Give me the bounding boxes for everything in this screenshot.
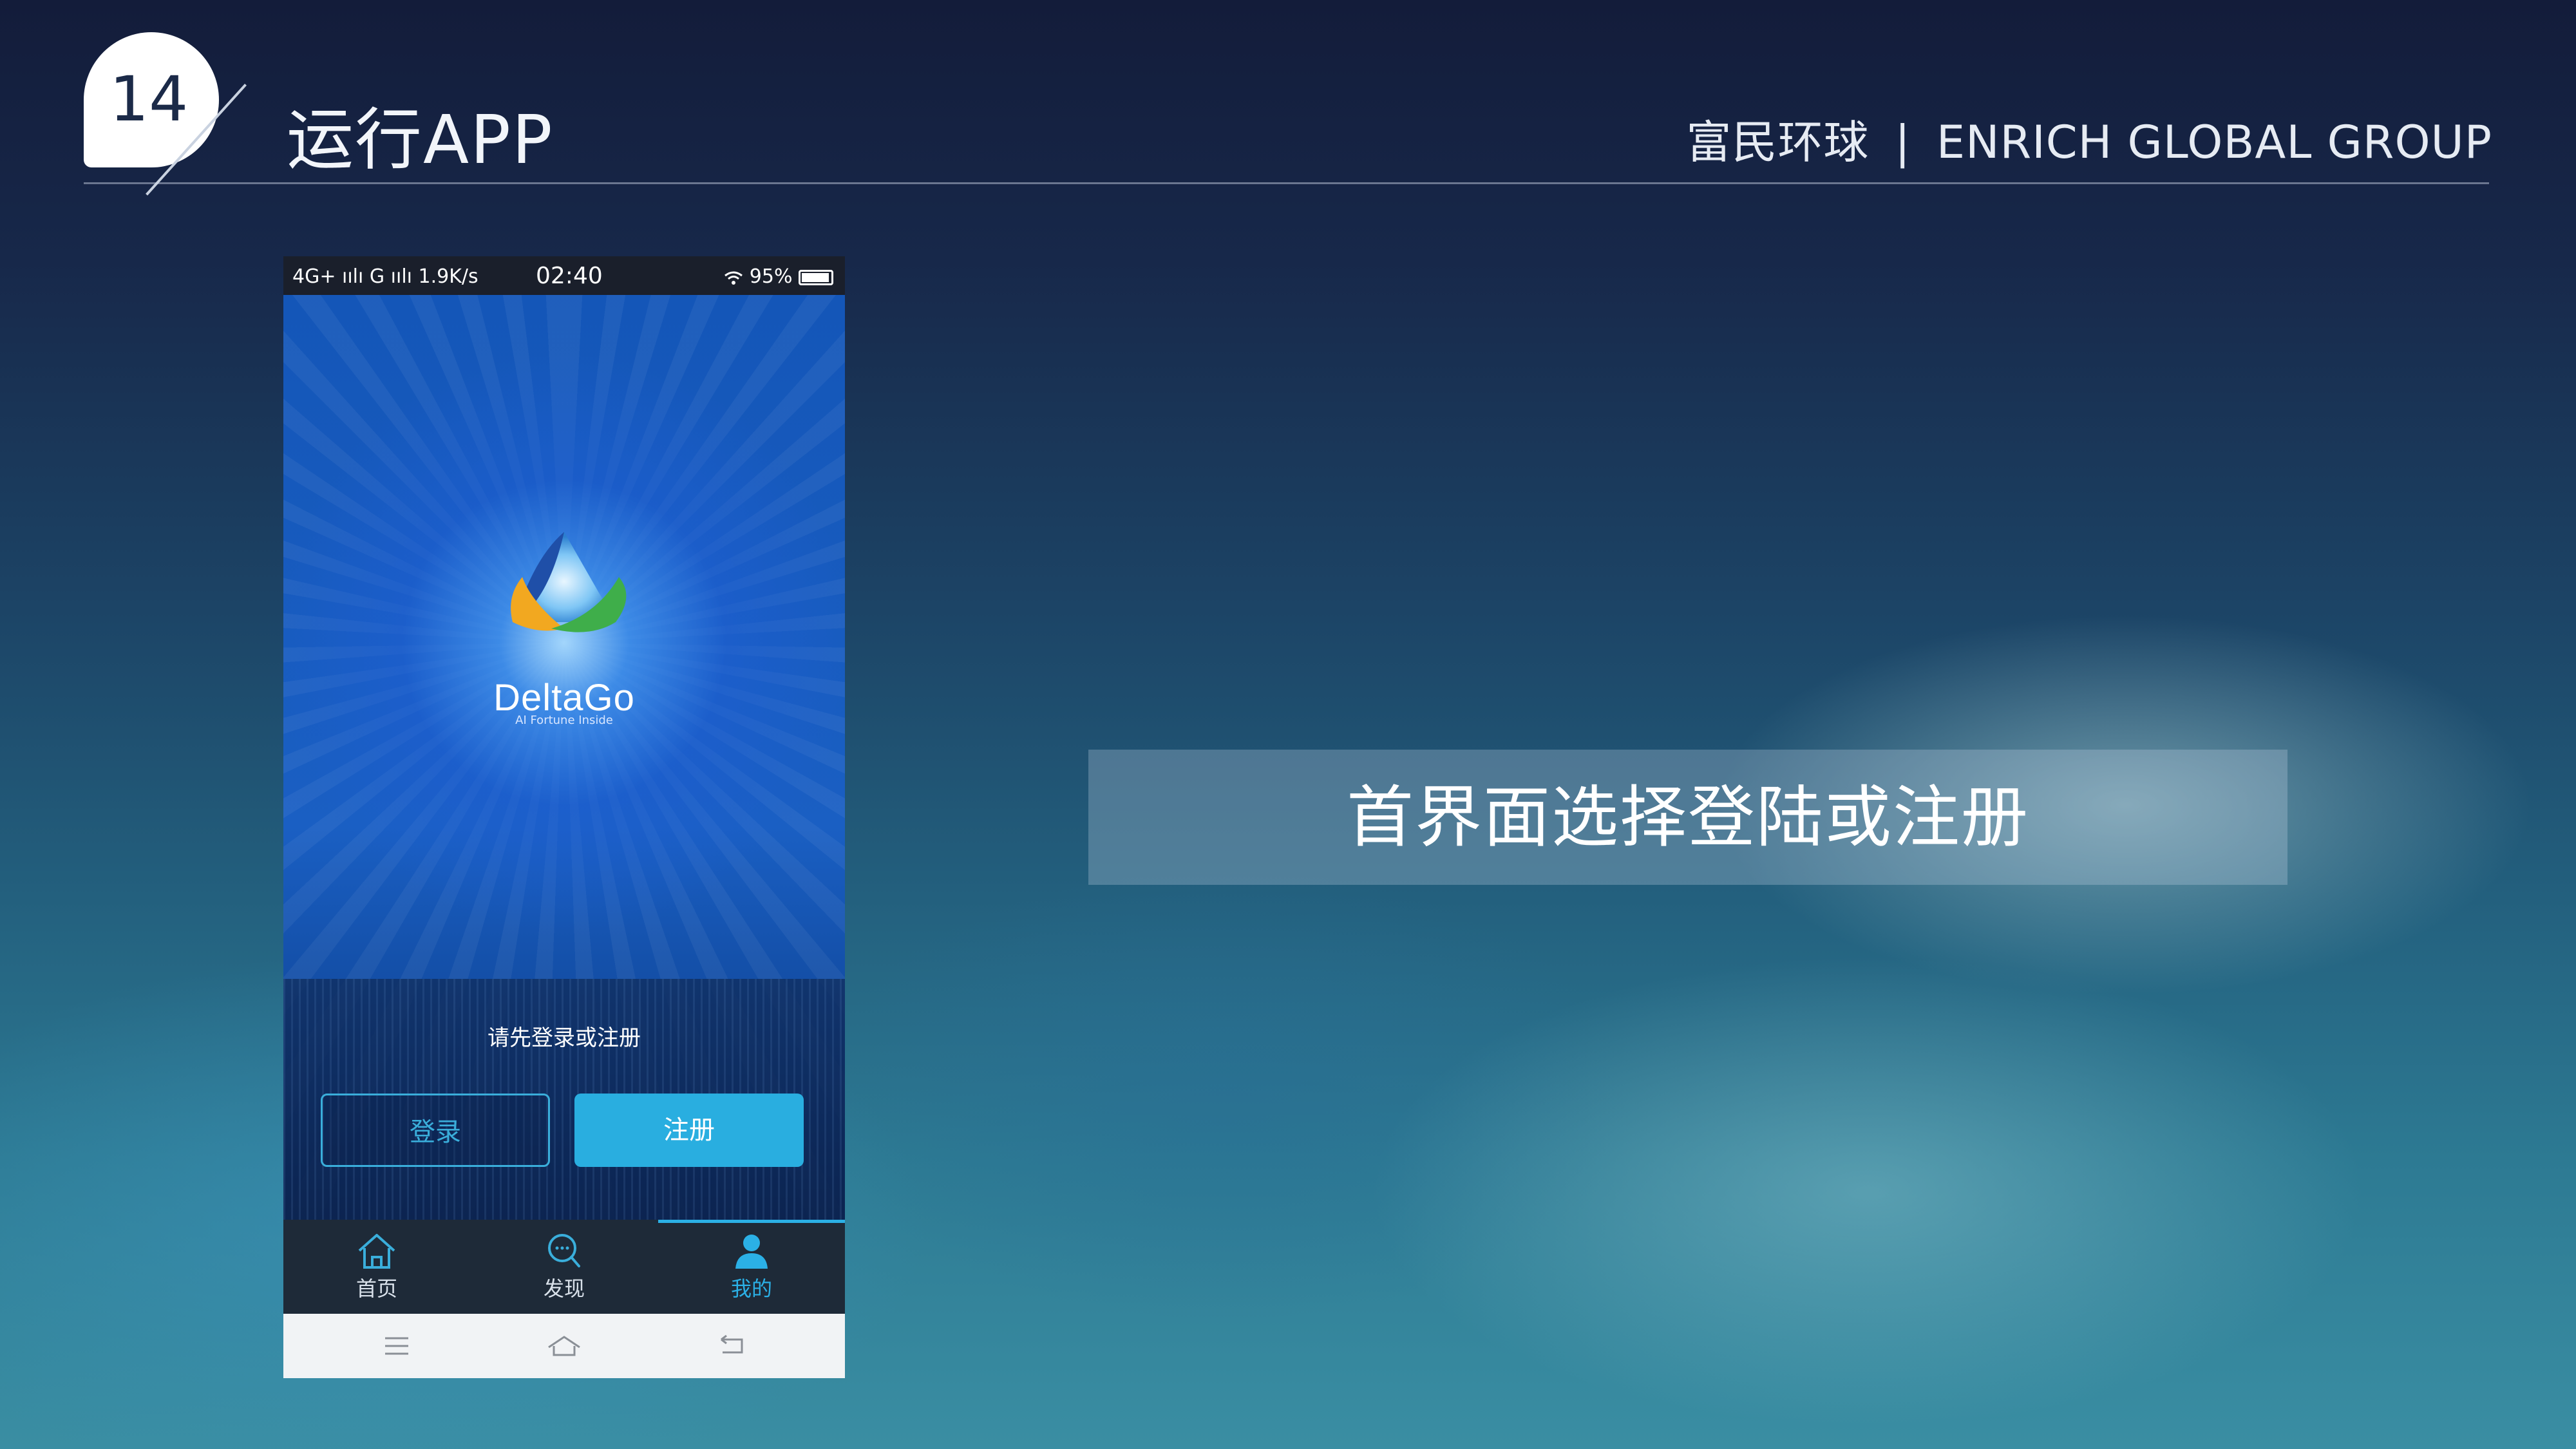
bottom-tab-bar: 首页 发现 我的	[283, 1220, 845, 1314]
header-divider-line	[84, 182, 2489, 184]
status-time: 02:40	[536, 263, 603, 289]
login-prompt: 请先登录或注册	[488, 1025, 641, 1051]
caption-text: 首界面选择登陆或注册	[1346, 778, 2029, 857]
slide-title: 运行APP	[287, 100, 554, 179]
wifi-icon	[724, 271, 743, 285]
tab-home[interactable]: 首页	[283, 1226, 470, 1314]
signal-status: 4G+ ıılı G ıılı 1.9K/s	[292, 265, 478, 288]
register-button[interactable]: 注册	[574, 1094, 804, 1167]
tab-mine-label: 我的	[730, 1276, 772, 1301]
tab-discover[interactable]: 发现	[471, 1226, 658, 1314]
phone-status-bar: 4G+ ıılı G ıılı 1.9K/s 02:40 95%	[283, 256, 845, 295]
phone-screenshot: 4G+ ıılı G ıılı 1.9K/s 02:40 95% DeltaGo…	[283, 256, 845, 1378]
discover-icon	[548, 1234, 580, 1267]
login-button[interactable]: 登录	[321, 1094, 550, 1167]
active-tab-indicator	[658, 1220, 845, 1223]
slide-number-badge: 14	[84, 32, 219, 167]
home-nav-icon[interactable]	[545, 1332, 583, 1360]
tab-home-label: 首页	[355, 1276, 397, 1301]
home-icon	[358, 1234, 395, 1269]
slide-number: 14	[109, 63, 189, 135]
app-name: DeltaGo	[493, 677, 635, 719]
tab-discover-label: 发现	[543, 1276, 585, 1301]
app-tagline: AI Fortune Inside	[515, 714, 613, 727]
battery-percent: 95%	[749, 265, 793, 288]
company-brand: 富民环球 | ENRICH GLOBAL GROUP	[1686, 106, 2492, 171]
tab-mine[interactable]: 我的	[658, 1226, 845, 1314]
brand-english: ENRICH GLOBAL GROUP	[1936, 116, 2492, 169]
back-icon[interactable]	[712, 1332, 751, 1360]
deltago-logo-icon	[511, 532, 627, 632]
status-right: 95%	[724, 265, 833, 288]
caption-box: 首界面选择登陆或注册	[1088, 750, 2287, 885]
brand-separator: |	[1895, 116, 1911, 169]
user-icon	[735, 1235, 768, 1269]
android-nav-bar	[283, 1314, 845, 1378]
slide-header: 14 运行APP 富民环球 | ENRICH GLOBAL GROUP	[84, 32, 2492, 196]
menu-icon[interactable]	[377, 1332, 416, 1360]
brand-chinese: 富民环球	[1686, 116, 1870, 169]
battery-icon	[799, 269, 833, 285]
